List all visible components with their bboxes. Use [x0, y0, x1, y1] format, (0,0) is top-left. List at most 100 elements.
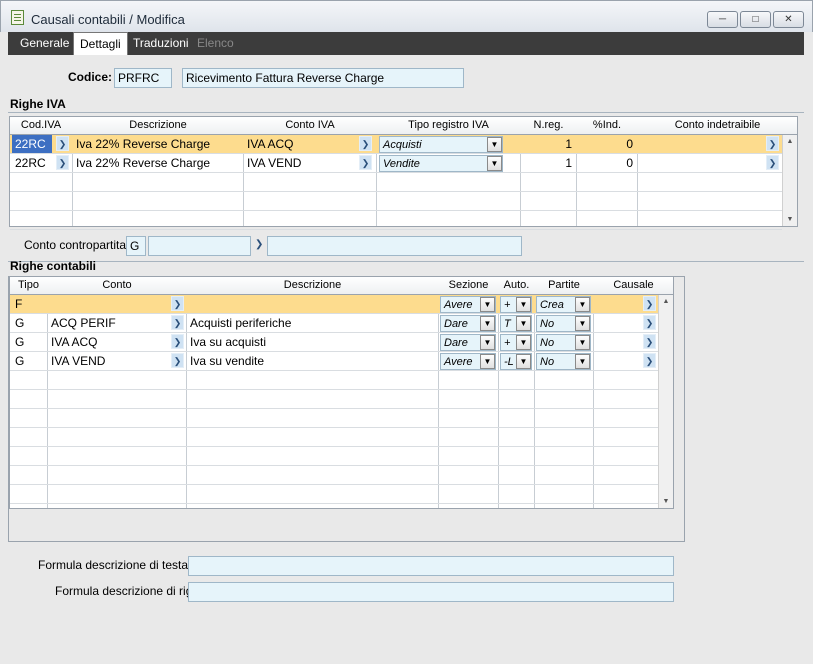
detail-panel: Codice: PRFRC Ricevimento Fattura Revers…	[8, 55, 804, 655]
tab-traduzioni[interactable]: Traduzioni	[127, 32, 195, 55]
conto-indetraibile-cell[interactable]	[638, 135, 763, 153]
descrizione-cell[interactable]: Acquisti periferiche	[187, 314, 438, 332]
table-row[interactable]: G ACQ PERIF ❯ Acquisti periferiche Dare …	[10, 314, 658, 333]
tipo-registro-select[interactable]: Acquisti	[379, 136, 503, 153]
ind-cell[interactable]: 0	[577, 135, 637, 153]
chevron-down-icon[interactable]: ▼	[487, 137, 502, 152]
scroll-down-icon[interactable]: ▼	[659, 498, 673, 505]
scroll-up-icon[interactable]: ▲	[659, 298, 673, 305]
tipo-cell[interactable]: G	[12, 314, 47, 332]
tab-generale[interactable]: Generale	[14, 32, 75, 55]
table-row[interactable]	[10, 173, 782, 192]
lookup-arrow-icon[interactable]: ❯	[766, 136, 779, 151]
nreg-cell[interactable]: 1	[521, 154, 576, 172]
cod-iva-cell[interactable]: 22RC	[12, 135, 52, 153]
conto-iva-cell[interactable]: IVA VEND	[244, 154, 354, 172]
lookup-arrow-icon[interactable]: ❯	[643, 296, 656, 311]
codice-field[interactable]: PRFRC	[114, 68, 172, 88]
righe-contabili-header: Tipo Conto Descrizione Sezione Auto. Par…	[10, 277, 673, 295]
chevron-down-icon[interactable]: ▼	[575, 297, 590, 312]
descrizione-cell[interactable]: Iva 22% Reverse Charge	[73, 135, 243, 153]
chevron-down-icon[interactable]: ▼	[480, 335, 495, 350]
table-row[interactable]	[10, 485, 658, 504]
table-row[interactable]	[10, 447, 658, 466]
descrizione-cell[interactable]: Iva su vendite	[187, 352, 438, 370]
chevron-down-icon[interactable]: ▼	[575, 316, 590, 331]
lookup-arrow-icon[interactable]: ❯	[56, 136, 69, 151]
conto-indetraibile-cell[interactable]	[638, 154, 763, 172]
maximize-button[interactable]: □	[740, 11, 771, 28]
lookup-arrow-icon[interactable]: ❯	[359, 155, 372, 170]
conto-cell[interactable]: IVA VEND	[48, 352, 168, 370]
contropartita-conto-field[interactable]	[148, 236, 251, 256]
lookup-arrow-icon[interactable]: ❯	[359, 136, 372, 151]
table-row[interactable]	[10, 211, 782, 230]
codice-description-field[interactable]: Ricevimento Fattura Reverse Charge	[182, 68, 464, 88]
table-row[interactable]	[10, 409, 658, 428]
causale-cell[interactable]	[594, 333, 642, 351]
lookup-arrow-icon[interactable]: ❯	[56, 155, 69, 170]
lookup-arrow-icon[interactable]: ❯	[643, 334, 656, 349]
ind-cell[interactable]: 0	[577, 154, 637, 172]
descrizione-cell[interactable]	[187, 295, 438, 313]
chevron-down-icon[interactable]: ▼	[480, 354, 495, 369]
table-row[interactable]	[10, 428, 658, 447]
scroll-down-icon[interactable]: ▼	[783, 216, 797, 223]
table-row[interactable]	[10, 371, 658, 390]
table-row[interactable]	[10, 192, 782, 211]
chevron-down-icon[interactable]: ▼	[516, 316, 531, 331]
descrizione-cell[interactable]: Iva su acquisti	[187, 333, 438, 351]
nreg-cell[interactable]: 1	[521, 135, 576, 153]
table-row[interactable]	[10, 466, 658, 485]
lookup-arrow-icon[interactable]: ❯	[643, 315, 656, 330]
chevron-down-icon[interactable]: ▼	[487, 156, 502, 171]
table-row[interactable]: G IVA ACQ ❯ Iva su acquisti Dare ▼ + ▼ N…	[10, 333, 658, 352]
contropartita-descrizione-field[interactable]	[267, 236, 522, 256]
contropartita-tipo-field[interactable]: G	[126, 236, 146, 256]
vertical-scrollbar[interactable]: ▲ ▼	[782, 135, 797, 226]
chevron-down-icon[interactable]: ▼	[575, 335, 590, 350]
formula-riga-field[interactable]	[188, 582, 674, 602]
table-row[interactable]: 22RC ❯ Iva 22% Reverse Charge IVA VEND ❯…	[10, 154, 782, 173]
lookup-arrow-icon[interactable]: ❯	[171, 315, 184, 330]
descrizione-cell[interactable]: Iva 22% Reverse Charge	[73, 154, 243, 172]
chevron-down-icon[interactable]: ▼	[516, 297, 531, 312]
table-row[interactable]: G IVA VEND ❯ Iva su vendite Avere ▼ -L ▼…	[10, 352, 658, 371]
lookup-arrow-icon[interactable]: ❯	[255, 239, 263, 250]
col-header-ind: %Ind.	[592, 119, 622, 131]
causale-cell[interactable]	[594, 295, 642, 313]
tipo-cell[interactable]: G	[12, 352, 47, 370]
chevron-down-icon[interactable]: ▼	[480, 316, 495, 331]
conto-cell[interactable]	[48, 295, 168, 313]
table-row[interactable]	[10, 390, 658, 409]
table-row[interactable]: F ❯ Avere ▼ + ▼ Crea ▼ ❯	[10, 295, 658, 314]
table-row[interactable]: 22RC ❯ Iva 22% Reverse Charge IVA ACQ ❯ …	[10, 135, 782, 154]
causale-cell[interactable]	[594, 352, 642, 370]
lookup-arrow-icon[interactable]: ❯	[766, 155, 779, 170]
lookup-arrow-icon[interactable]: ❯	[171, 334, 184, 349]
close-button[interactable]: ✕	[773, 11, 804, 28]
scroll-up-icon[interactable]: ▲	[783, 138, 797, 145]
conto-cell[interactable]: IVA ACQ	[48, 333, 168, 351]
causale-cell[interactable]	[594, 314, 642, 332]
tab-dettagli[interactable]: Dettagli	[73, 32, 128, 56]
cod-iva-cell[interactable]: 22RC	[12, 154, 52, 172]
tipo-registro-select[interactable]: Vendite	[379, 155, 503, 172]
vertical-scrollbar[interactable]: ▲ ▼	[658, 295, 673, 508]
tipo-cell[interactable]: G	[12, 333, 47, 351]
conto-cell[interactable]: ACQ PERIF	[48, 314, 168, 332]
tab-elenco[interactable]: Elenco	[191, 32, 240, 55]
chevron-down-icon[interactable]: ▼	[575, 354, 590, 369]
lookup-arrow-icon[interactable]: ❯	[643, 353, 656, 368]
chevron-down-icon[interactable]: ▼	[516, 354, 531, 369]
conto-iva-cell[interactable]: IVA ACQ	[244, 135, 354, 153]
chevron-down-icon[interactable]: ▼	[516, 335, 531, 350]
righe-contabili-title: Righe contabili	[10, 259, 97, 273]
lookup-arrow-icon[interactable]: ❯	[171, 296, 184, 311]
lookup-arrow-icon[interactable]: ❯	[171, 353, 184, 368]
tipo-cell[interactable]: F	[12, 295, 47, 313]
chevron-down-icon[interactable]: ▼	[480, 297, 495, 312]
minimize-button[interactable]: ─	[707, 11, 738, 28]
formula-testata-field[interactable]	[188, 556, 674, 576]
col-header-descrizione: Descrizione	[283, 279, 342, 291]
